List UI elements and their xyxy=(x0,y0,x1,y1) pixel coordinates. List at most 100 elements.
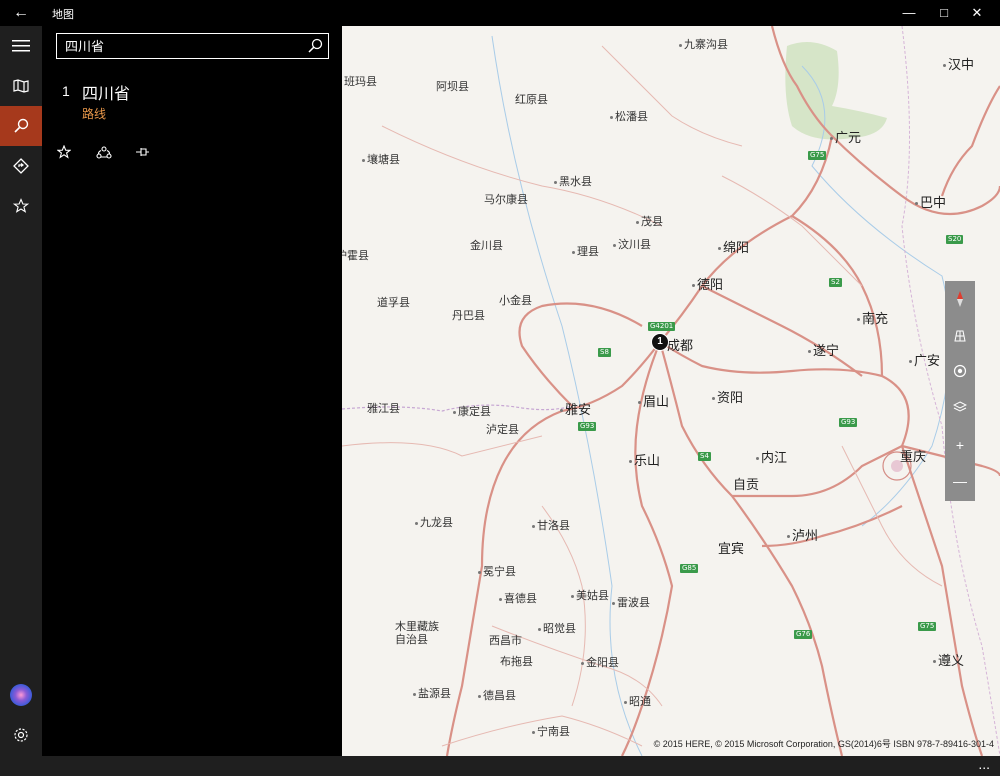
map-icon xyxy=(13,79,29,93)
directions-nav-button[interactable] xyxy=(0,146,42,186)
highway-shield: S4 xyxy=(698,452,711,461)
map-label: 金川县 xyxy=(470,239,503,252)
locate-icon xyxy=(953,364,967,378)
map-label: 雅江县 xyxy=(367,402,400,415)
layers-icon xyxy=(953,401,967,412)
back-button[interactable]: ← xyxy=(8,2,34,24)
map-label: 雅安 xyxy=(560,399,591,418)
map-label: 九寨沟县 xyxy=(679,36,728,52)
map-label: 资阳 xyxy=(712,387,743,406)
result-title[interactable]: 四川省 xyxy=(82,80,130,104)
search-icon xyxy=(308,38,323,53)
avatar xyxy=(10,684,32,706)
map-base-layer xyxy=(342,26,1000,756)
map-label: 遂宁 xyxy=(808,340,839,359)
map-label: 昭觉县 xyxy=(538,620,576,636)
map-label: 布拖县 xyxy=(500,655,533,668)
avatar-button[interactable] xyxy=(0,675,42,715)
map-label: 班玛县 xyxy=(344,75,377,88)
map-label: 西昌市 xyxy=(489,634,522,647)
search-box xyxy=(56,33,329,59)
map-label: 炉霍县 xyxy=(342,249,369,262)
share-icon xyxy=(96,146,112,159)
map-label: 眉山 xyxy=(638,391,669,410)
highway-shield: G93 xyxy=(839,418,858,427)
compass-icon xyxy=(957,291,963,307)
map-label: 德阳 xyxy=(692,274,723,293)
map-canvas[interactable]: 九寨沟县 汉中 班玛县 阿坝县 红原县 松潘县 广元 壤塘县 黑水县 马尔康县 … xyxy=(342,26,1000,756)
map-label: 自治县 xyxy=(395,633,428,646)
search-input[interactable] xyxy=(65,36,295,55)
highway-shield: S20 xyxy=(946,235,964,244)
map-label: 马尔康县 xyxy=(484,193,528,206)
highway-shield: G4201 xyxy=(648,322,676,331)
map-label: 道孚县 xyxy=(377,296,410,309)
map-label: 喜德县 xyxy=(499,590,537,606)
map-label: 小金县 xyxy=(499,294,532,307)
map-label: 雷波县 xyxy=(612,594,650,610)
map-label: 巴中 xyxy=(915,192,946,211)
star-icon xyxy=(57,145,71,159)
highway-shield: S8 xyxy=(598,348,611,357)
map-label: 宁南县 xyxy=(532,723,570,739)
search-panel: 1 四川省 路线 xyxy=(42,26,342,756)
map-label: 泸定县 xyxy=(486,423,519,436)
highway-shield: G75 xyxy=(808,151,827,160)
navigation-rail xyxy=(0,26,42,756)
map-label: 康定县 xyxy=(453,403,491,419)
map-label: 美姑县 xyxy=(571,587,609,603)
highway-shield: G93 xyxy=(578,422,597,431)
map-copyright: © 2015 HERE, © 2015 Microsoft Corporatio… xyxy=(653,739,994,749)
layers-button[interactable] xyxy=(945,389,975,425)
highway-shield: G76 xyxy=(794,630,813,639)
map-label: 九龙县 xyxy=(415,514,453,530)
hamburger-menu-button[interactable] xyxy=(0,26,42,66)
directions-icon xyxy=(13,158,29,174)
zoom-out-button[interactable]: — xyxy=(945,463,975,499)
favorite-button[interactable] xyxy=(53,142,75,162)
close-button[interactable]: ✕ xyxy=(954,0,1000,26)
tilt-icon xyxy=(954,330,966,342)
zoom-in-button[interactable]: + xyxy=(945,427,975,463)
more-options-button[interactable]: ... xyxy=(978,756,990,772)
map-label: 红原县 xyxy=(515,93,548,106)
route-link[interactable]: 路线 xyxy=(82,105,106,122)
search-submit-button[interactable] xyxy=(306,37,324,55)
highway-shield: G75 xyxy=(918,622,937,631)
map-label: 德昌县 xyxy=(478,687,516,703)
share-button[interactable] xyxy=(93,142,115,162)
map-label: 汉中 xyxy=(943,54,974,73)
highway-shield: G85 xyxy=(680,564,699,573)
map-label: 阿坝县 xyxy=(436,80,469,93)
compass-button[interactable] xyxy=(945,281,975,317)
map-label: 广元 xyxy=(830,127,861,146)
map-label: 自贡 xyxy=(733,478,760,493)
map-label: 茂县 xyxy=(636,213,663,229)
map-label: 南充 xyxy=(857,308,888,327)
status-bar: ... xyxy=(0,756,1000,776)
map-label: 遵义 xyxy=(933,650,964,669)
map-label: 汶川县 xyxy=(613,236,651,252)
favorites-nav-button[interactable] xyxy=(0,186,42,226)
map-label: 成都 xyxy=(667,339,694,354)
map-label: 盐源县 xyxy=(413,685,451,701)
settings-button[interactable] xyxy=(0,715,42,755)
map-label: 昭通 xyxy=(624,693,651,709)
window-title: 地图 xyxy=(52,9,74,21)
map-label: 丹巴县 xyxy=(452,309,485,322)
map-view-button[interactable] xyxy=(0,66,42,106)
search-result-pin[interactable]: 1 xyxy=(651,333,669,351)
map-label: 重庆 xyxy=(900,450,927,465)
title-bar: ← 地图 — □ ✕ xyxy=(0,0,1000,26)
locate-me-button[interactable] xyxy=(945,353,975,389)
map-label: 内江 xyxy=(756,447,787,466)
result-index: 1 xyxy=(62,83,70,99)
highway-shield: S2 xyxy=(829,278,842,287)
map-label: 甘洛县 xyxy=(532,517,570,533)
search-nav-button[interactable] xyxy=(0,106,42,146)
tilt-button[interactable] xyxy=(945,317,975,353)
map-controls: + — xyxy=(945,281,975,501)
map-label: 壤塘县 xyxy=(362,151,400,167)
map-label: 宜宾 xyxy=(718,542,745,557)
pin-to-start-button[interactable] xyxy=(131,142,153,162)
